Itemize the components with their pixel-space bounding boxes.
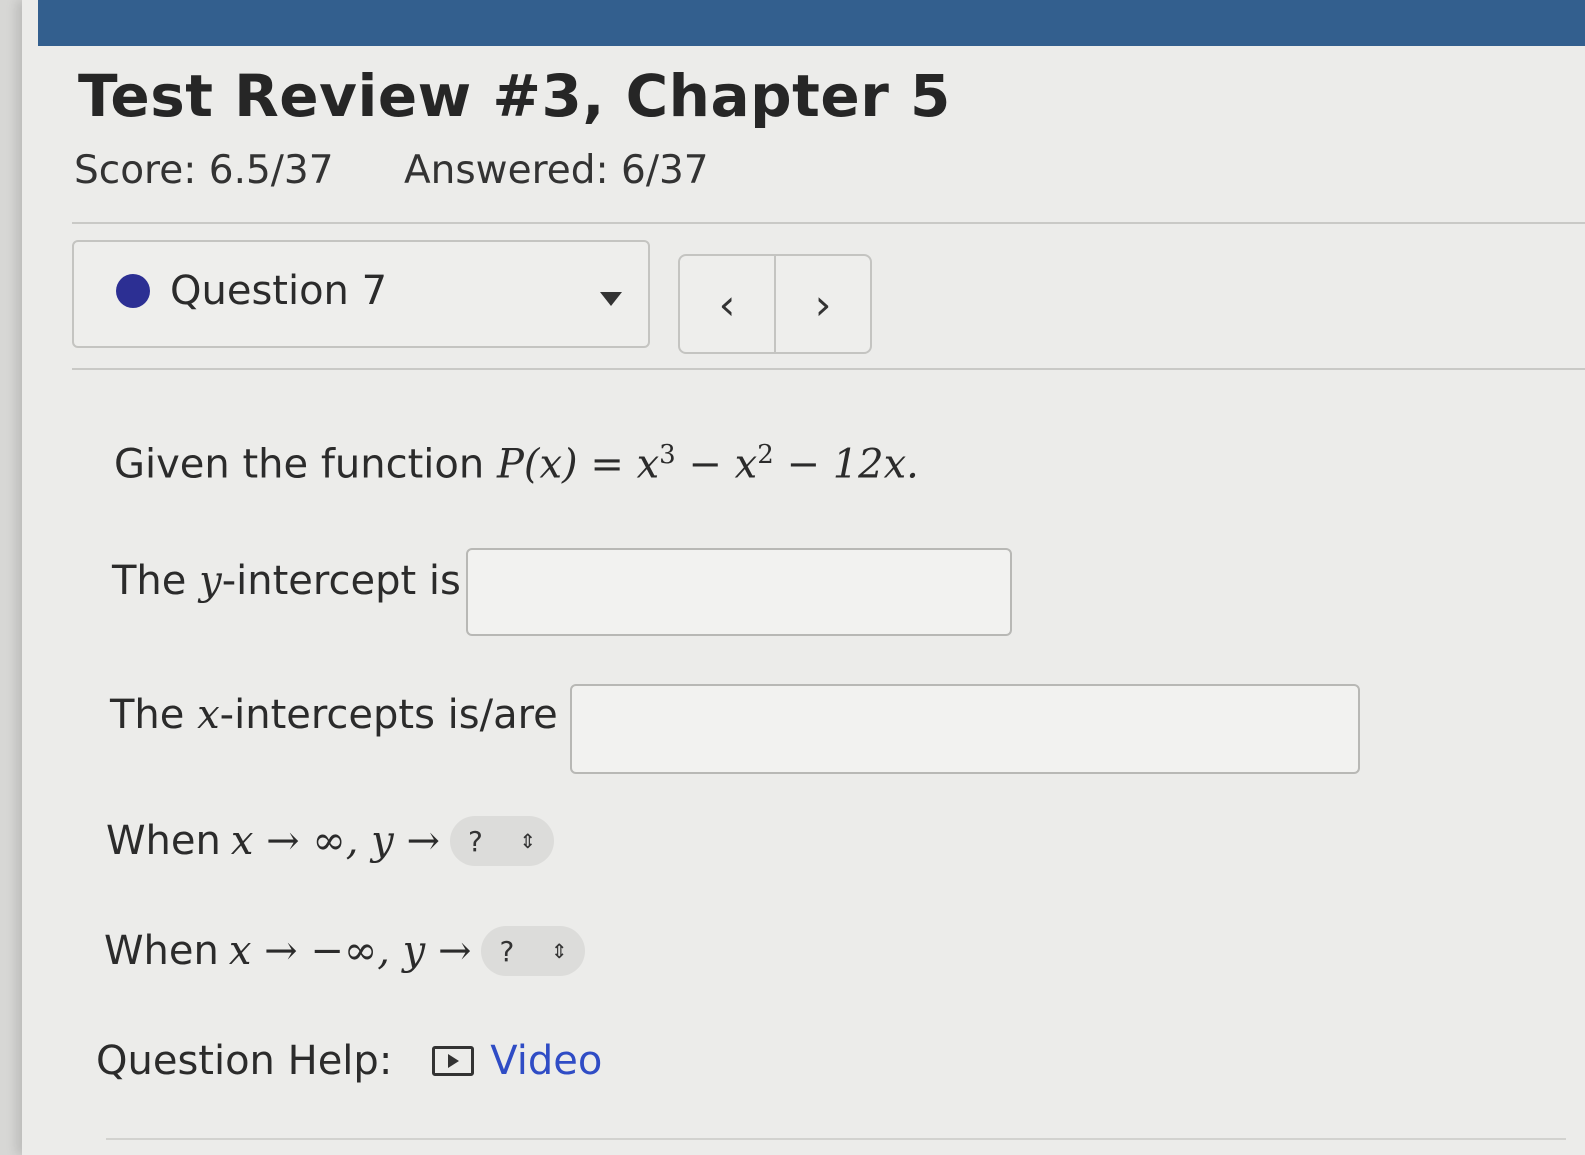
y-var: y: [199, 558, 222, 604]
video-link[interactable]: Video: [490, 1038, 602, 1084]
x-var: x: [197, 692, 220, 738]
end-neg-selected: ?: [499, 934, 515, 968]
caret-down-icon: [600, 292, 622, 306]
x-intercepts-pre: The: [110, 692, 198, 738]
end-neg-select[interactable]: ? ⇕: [481, 926, 586, 976]
question-statement: Given the function P(x) = x3 − x2 − 12x.: [114, 440, 919, 487]
question-select[interactable]: Question 7: [72, 240, 650, 348]
prev-question-button[interactable]: ‹: [680, 256, 774, 352]
end-pos-expr: x → ∞, y →: [230, 818, 440, 864]
exponent-3: 3: [659, 440, 676, 470]
y-intercept-label: The y-intercept is: [112, 558, 461, 604]
exponent-2: 2: [757, 440, 774, 470]
end-neg-when: When: [104, 928, 219, 974]
help-label: Question Help:: [96, 1038, 393, 1084]
end-behavior-positive: When x → ∞, y → ? ⇕: [106, 816, 554, 866]
y-intercept-input[interactable]: [466, 548, 1012, 636]
updown-icon: ⇕: [550, 939, 568, 963]
updown-icon: ⇕: [519, 829, 536, 853]
intro-text: Given the function: [114, 441, 497, 488]
end-pos-select[interactable]: ? ⇕: [449, 816, 554, 866]
x-intercepts-label: The x-intercepts is/are: [110, 692, 558, 738]
divider: [106, 1138, 1566, 1140]
question-help: Question Help: Video: [96, 1038, 602, 1084]
page-title: Test Review #3, Chapter 5: [78, 62, 951, 130]
video-icon[interactable]: [432, 1046, 475, 1076]
divider: [72, 222, 1585, 224]
question-select-label: Question 7: [170, 268, 388, 314]
end-pos-selected: ?: [467, 824, 483, 858]
score-line: Score: 6.5/37 Answered: 6/37: [74, 148, 709, 193]
term-x: x: [636, 441, 660, 488]
score-text: Score: 6.5/37: [74, 148, 334, 193]
function-lhs: P(x): [496, 441, 578, 488]
end-behavior-negative: When x → −∞, y → ? ⇕: [104, 926, 586, 976]
term-x-squared: − x: [675, 441, 758, 488]
y-intercept-pre: The: [112, 558, 200, 604]
end-neg-expr: x → −∞, y →: [228, 928, 472, 974]
y-intercept-post: -intercept is: [221, 558, 461, 604]
answered-text: Answered: 6/37: [403, 148, 709, 193]
question-nav-group: ‹ ›: [678, 254, 872, 354]
term-12x: − 12x.: [773, 441, 919, 488]
x-intercepts-post: -intercepts is/are: [219, 692, 558, 738]
x-intercepts-input[interactable]: [570, 684, 1360, 774]
equals-sign: =: [577, 441, 637, 488]
next-question-button[interactable]: ›: [774, 256, 870, 352]
divider: [72, 368, 1585, 370]
status-dot-icon: [116, 274, 150, 308]
top-bar: [38, 0, 1585, 46]
end-pos-when: When: [106, 818, 221, 864]
